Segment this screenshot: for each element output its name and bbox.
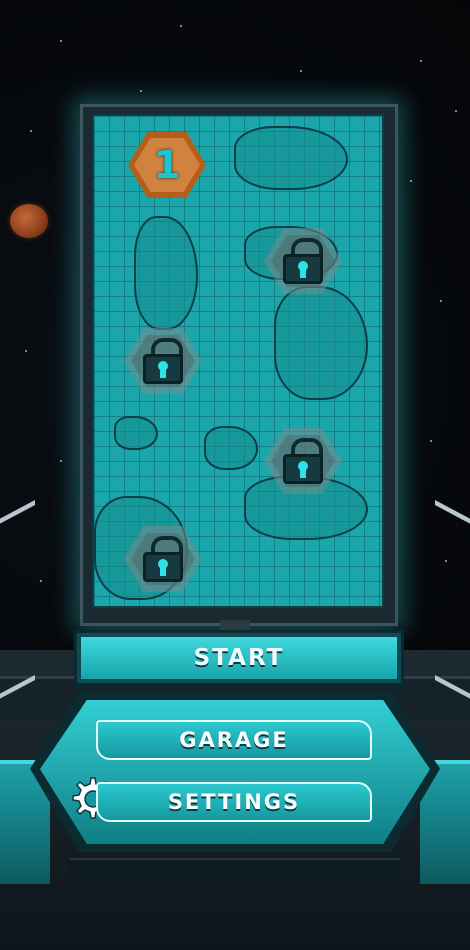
map-landmass [274,286,368,400]
lock-icon [143,536,183,582]
star [180,25,182,27]
star [30,130,32,132]
star [25,350,27,352]
star [40,580,42,582]
level-node-locked[interactable] [264,428,342,494]
settings-button[interactable]: SETTINGS [96,782,372,822]
planet [10,204,48,238]
star [140,90,142,92]
level-node-locked[interactable] [124,526,202,592]
level-node-locked[interactable] [264,228,342,294]
star [60,460,62,462]
lock-icon [143,338,183,384]
start-label: START [193,645,285,671]
garage-label: GARAGE [179,728,289,752]
star [430,440,432,442]
level-number: 1 [153,143,181,187]
map-landmass [234,126,348,190]
map-landmass [114,416,158,450]
level-node-1[interactable]: 1 [128,132,206,198]
level-node-locked[interactable] [124,328,202,394]
map-landmass [134,216,198,330]
lock-icon [283,238,323,284]
garage-button[interactable]: GARAGE [96,720,372,760]
star [300,70,302,72]
map-landmass [204,426,258,470]
console-bottom [70,858,400,890]
star [60,40,62,42]
lock-icon [283,438,323,484]
start-button[interactable]: START [74,630,404,686]
settings-label: SETTINGS [167,790,301,814]
star [455,110,457,112]
star [410,180,412,182]
star [440,300,442,302]
star [420,60,422,62]
